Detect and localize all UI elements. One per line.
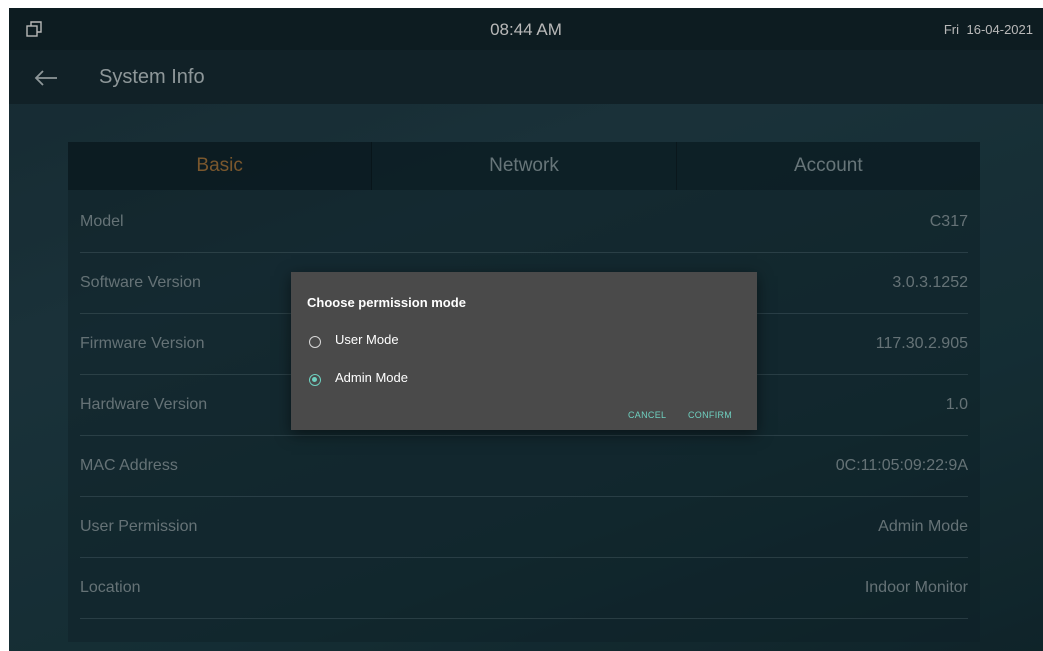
confirm-button[interactable]: CONFIRM: [688, 410, 732, 420]
cancel-button[interactable]: CANCEL: [628, 410, 666, 420]
radio-label: Admin Mode: [335, 370, 408, 385]
radio-checked-icon[interactable]: [309, 374, 321, 386]
radio-unchecked-icon[interactable]: [309, 336, 321, 348]
radio-label: User Mode: [335, 332, 399, 347]
permission-mode-dialog: Choose permission mode User Mode Admin M…: [291, 272, 757, 430]
dialog-title: Choose permission mode: [307, 295, 466, 310]
device-screen: 08:44 AM Fri 16-04-2021 System Info Basi…: [9, 8, 1043, 651]
